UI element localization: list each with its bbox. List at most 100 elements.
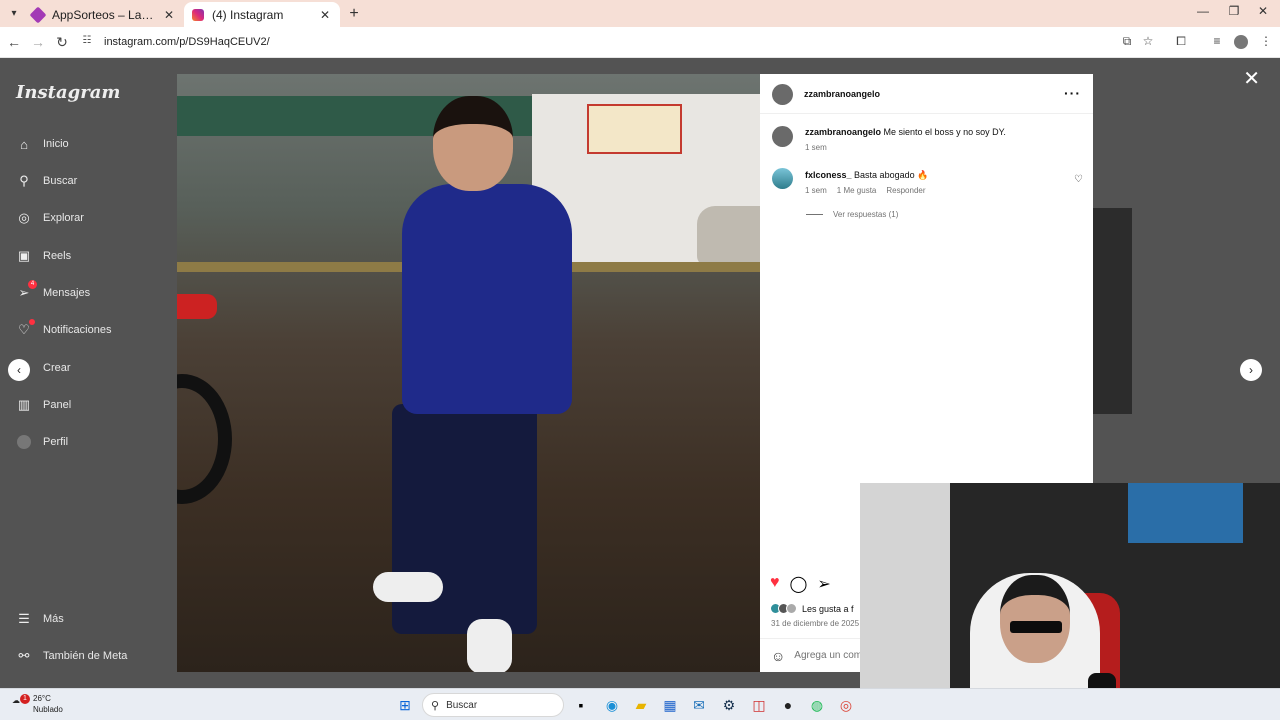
weather-widget[interactable]: ☁ 1 26°C Nublado	[12, 693, 63, 715]
steam-icon[interactable]: ⚙	[720, 696, 738, 714]
previous-post-button[interactable]: ‹	[8, 359, 30, 381]
like-comment-heart-icon[interactable]: ♡	[1074, 174, 1083, 185]
minimize-button[interactable]: —	[1188, 4, 1218, 18]
install-app-icon[interactable]: ⧉	[1118, 34, 1136, 50]
sidebar-item-label: Perfil	[43, 436, 69, 448]
extensions-icon[interactable]: ⧠	[1172, 34, 1190, 50]
photo-shoe-right	[467, 619, 512, 672]
chrome-icon[interactable]: ◎	[837, 696, 855, 714]
sidebar-item-inicio[interactable]: ⌂ Inicio	[16, 133, 69, 155]
url-text: instagram.com/p/DS9HaqCEUV2/	[104, 36, 270, 48]
next-post-preview[interactable]	[1093, 208, 1132, 414]
reading-list-icon[interactable]: ≡	[1208, 34, 1226, 50]
browser-tab-appsorteos[interactable]: AppSorteos – La Ruleta de la Suerte ✕	[24, 2, 184, 27]
comment-likes[interactable]: 1 Me gusta	[837, 186, 877, 195]
liked-heart-icon[interactable]: ♥	[770, 574, 780, 594]
search-icon: ⚲	[431, 699, 440, 712]
sidebar-item-label: Mensajes	[43, 287, 91, 299]
comment-time[interactable]: 1 sem	[805, 186, 827, 195]
webcam-sunglasses	[1010, 621, 1062, 633]
comment-bubble-icon[interactable]: ◯	[790, 574, 808, 594]
reload-icon[interactable]: ↻	[54, 34, 70, 50]
close-tab-icon[interactable]: ✕	[318, 8, 332, 22]
sidebar-item-panel[interactable]: ▥ Panel	[16, 394, 71, 416]
sidebar-item-buscar[interactable]: ⚲ Buscar	[16, 170, 77, 192]
close-window-button[interactable]: ✕	[1248, 4, 1278, 18]
sidebar-item-notificaciones[interactable]: ♡ Notificaciones	[16, 319, 111, 341]
webcam-overlay	[860, 483, 1280, 720]
instagram-favicon-icon	[192, 8, 204, 21]
messages-badge: 4	[28, 280, 37, 289]
site-info-icon[interactable]: ☷	[80, 35, 94, 49]
sidebar-item-label: Explorar	[43, 212, 84, 224]
browser-menu-icon[interactable]: ⋮	[1257, 34, 1275, 50]
tab-title: (4) Instagram	[212, 7, 284, 22]
sidebar-item-tambien-de-meta[interactable]: ⚯ También de Meta	[16, 645, 128, 667]
share-paper-plane-icon[interactable]: ➢	[817, 574, 830, 594]
next-post-button[interactable]: ›	[1240, 359, 1262, 381]
add-comment-input[interactable]: Agrega un com	[794, 650, 862, 661]
reply-button[interactable]: Responder	[886, 186, 925, 195]
close-post-icon[interactable]: ✕	[1243, 66, 1260, 91]
sidebar-item-explorar[interactable]: ◎ Explorar	[16, 207, 84, 229]
windows-start-icon[interactable]: ⊞	[396, 696, 414, 714]
menu-icon: ☰	[18, 611, 30, 626]
search-icon: ⚲	[19, 173, 29, 188]
caption-time[interactable]: 1 sem	[805, 143, 827, 152]
store-icon[interactable]: ▦	[661, 696, 679, 714]
close-tab-icon[interactable]: ✕	[162, 8, 176, 22]
more-options-icon[interactable]: ···	[1064, 85, 1081, 101]
view-replies-button[interactable]: Ver respuestas (1)	[806, 210, 898, 219]
sidebar-item-perfil[interactable]: Perfil	[16, 431, 68, 453]
new-tab-button[interactable]: +	[346, 5, 362, 23]
dashboard-icon: ▥	[17, 397, 31, 412]
photo-motorcycle-wheel	[177, 374, 232, 504]
app-icon[interactable]: ◫	[750, 696, 768, 714]
commenter-avatar[interactable]	[772, 168, 793, 189]
outlook-icon[interactable]: ✉	[690, 696, 708, 714]
view-replies-text: Ver respuestas (1)	[833, 210, 899, 219]
profile-avatar[interactable]	[1234, 35, 1248, 49]
bookmark-star-icon[interactable]: ☆	[1139, 34, 1157, 50]
cloud-icon: ☁ 1	[12, 694, 30, 712]
likes-summary[interactable]: Les gusta a f	[770, 603, 854, 614]
maximize-button[interactable]: ❐	[1219, 4, 1249, 18]
author-username[interactable]: zzambranoangelo	[804, 89, 880, 99]
sidebar-item-mas[interactable]: ☰ Más	[16, 608, 64, 630]
back-arrow-icon[interactable]: ←	[6, 34, 22, 50]
compass-icon: ◎	[18, 210, 30, 225]
browser-tab-instagram[interactable]: (4) Instagram ✕	[184, 2, 340, 27]
photo-shoe-left	[373, 572, 443, 602]
forward-arrow-icon[interactable]: →	[30, 34, 46, 50]
commenter-username[interactable]: fxlconess_	[805, 170, 852, 180]
caption-avatar[interactable]	[772, 126, 793, 147]
caption-username[interactable]: zzambranoangelo	[805, 127, 881, 137]
edge-icon[interactable]: ◉	[603, 696, 621, 714]
photo-motorcycle-fender	[177, 294, 217, 319]
author-avatar[interactable]	[772, 84, 793, 105]
file-explorer-icon[interactable]: ▰	[632, 696, 650, 714]
sidebar-item-reels[interactable]: ▣ Reels	[16, 245, 71, 267]
post-photo[interactable]	[177, 74, 760, 672]
spotify-icon[interactable]: ◍	[808, 696, 826, 714]
tab-search-chevron-icon[interactable]: ▾	[6, 6, 22, 22]
instagram-logo[interactable]: Instagram	[16, 82, 120, 103]
emoji-icon[interactable]: ☺	[771, 648, 785, 664]
sidebar-item-label: Buscar	[43, 175, 78, 187]
taskbar-search[interactable]: ⚲ Buscar	[422, 693, 564, 717]
messenger-icon: ➢ 4	[16, 280, 37, 301]
photo-car	[697, 206, 760, 266]
photo-restaurant-sign	[587, 104, 682, 154]
sidebar-item-label: Reels	[43, 250, 72, 262]
sidebar-item-mensajes[interactable]: ➢ 4 Mensajes	[16, 280, 91, 304]
notification-dot	[29, 319, 35, 325]
task-view-icon[interactable]: ▪	[572, 696, 590, 714]
webcam-tv	[1128, 483, 1243, 543]
caption-text: Me siento el boss y no soy DY.	[883, 127, 1006, 137]
taskbar-search-label: Buscar	[446, 699, 478, 711]
chevron-left-icon: ‹	[17, 363, 21, 377]
comment-text: Basta abogado 🔥	[854, 170, 929, 180]
post-actions: ♥ ◯ ➢	[770, 574, 831, 594]
url-field[interactable]: ☷ instagram.com/p/DS9HaqCEUV2/	[80, 31, 1170, 53]
obs-icon[interactable]: ●	[779, 696, 797, 714]
